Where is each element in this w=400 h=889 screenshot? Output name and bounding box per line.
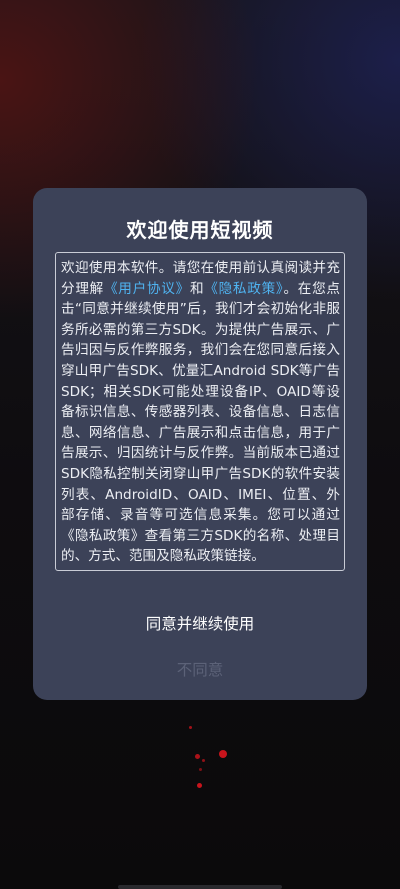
consent-text-box[interactable]: 欢迎使用本软件。请您在使用前认真阅读并充分理解《用户协议》和《隐私政策》。在您点… [55,252,345,571]
loading-dot [199,768,202,771]
dialog-title: 欢迎使用短视频 [126,218,274,242]
loading-dot [202,759,205,762]
privacy-policy-link[interactable]: 《隐私政策》 [204,281,283,297]
loading-dot [189,726,192,729]
loading-dot [195,754,200,759]
user-agreement-link[interactable]: 《用户协议》 [104,281,190,297]
consent-detail-text: 。在您点击“同意并继续使用”后，我们才会初始化非服务所必需的第三方SDK。为提供… [61,280,341,565]
conjunction-text: 和 [189,280,205,297]
agree-continue-button[interactable]: 同意并继续使用 [33,612,367,634]
disagree-button[interactable]: 不同意 [33,658,367,680]
consent-dialog: 欢迎使用短视频 欢迎使用本软件。请您在使用前认真阅读并充分理解《用户协议》和《隐… [33,188,367,700]
home-indicator-bar[interactable] [118,885,282,889]
loading-dot [197,783,202,788]
loading-dot [219,750,227,758]
